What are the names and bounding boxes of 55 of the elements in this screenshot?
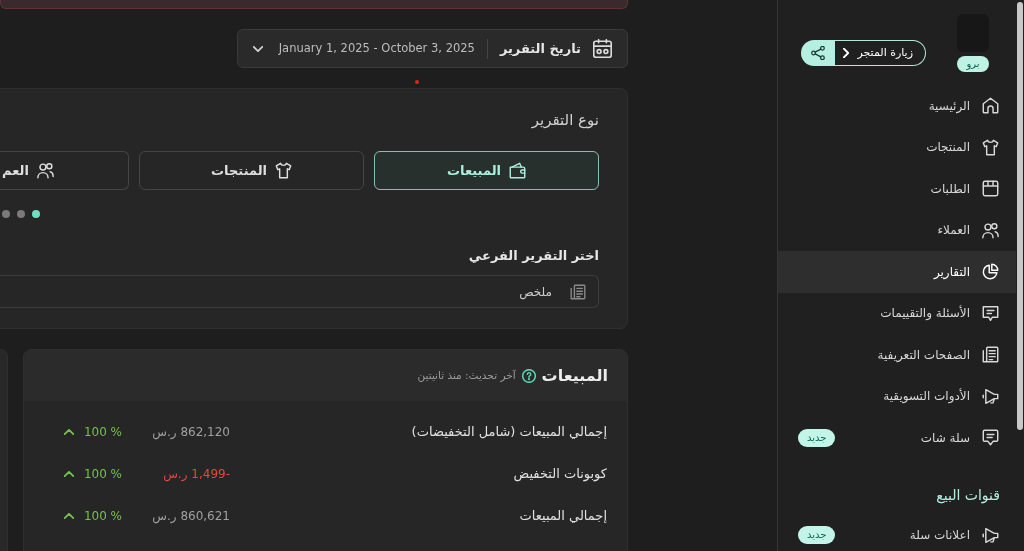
help-icon[interactable] (521, 368, 536, 383)
wallet-icon (509, 162, 526, 179)
shirt-icon (275, 162, 292, 179)
sub-report-select[interactable]: ملخص (0, 275, 599, 308)
pie-chart-icon (982, 263, 999, 281)
section-heading: قنوات البيع (936, 485, 1000, 506)
document-icon (982, 346, 999, 364)
scrollbar-thumb[interactable] (1017, 2, 1023, 430)
date-label: تاريخ التقرير (499, 39, 581, 58)
chat-icon (982, 429, 999, 447)
message-icon (982, 304, 999, 322)
new-badge: جديد (798, 428, 836, 447)
metric-amount: 860,621 ر.س (151, 508, 230, 525)
home-icon (982, 97, 999, 115)
change-percent: 100 % (83, 424, 122, 441)
document-icon (570, 283, 586, 300)
share-button[interactable] (801, 40, 836, 66)
last-updated: آخر تحديث: منذ ثانيتين (417, 367, 516, 384)
nav-item[interactable]: اعلانات سلة جديد (778, 514, 1016, 551)
metric-label: إجمالي المبيعات (518, 507, 607, 526)
chevron-icon (843, 48, 850, 58)
calendar-icon (593, 39, 612, 58)
metric-amount: 862,120 ر.س (151, 424, 230, 441)
report-type-tab[interactable]: العم (0, 151, 129, 190)
shirt-icon (982, 138, 999, 156)
nav-item[interactable]: التقارير (778, 251, 1016, 293)
report-type-tab[interactable]: المبيعات (374, 151, 599, 190)
nav-item[interactable]: العملاء (778, 209, 1016, 251)
new-badge: جديد (798, 526, 836, 545)
nav-item[interactable]: الرئيسية (778, 85, 1016, 127)
users-icon (982, 221, 999, 239)
change-percent: 100 % (83, 508, 122, 525)
share-icon (811, 46, 826, 60)
nav-item[interactable]: الصفحات التعريفية (778, 334, 1016, 376)
card-title: نوع التقرير (530, 110, 599, 131)
users-icon (36, 162, 54, 179)
box-icon (982, 180, 999, 198)
metric-amount: -1,499 ر.س (162, 466, 230, 483)
metric-label: إجمالي المبيعات (شامل التخفيضات) (410, 423, 607, 442)
report-type-tab[interactable]: المنتجات (139, 151, 364, 190)
chevron-down-icon (252, 45, 263, 52)
nav-item[interactable]: الأسئلة والتقييمات (778, 292, 1016, 334)
field-label: اختر التقرير الفرعي (467, 247, 599, 265)
selected-value: ملخص (519, 283, 552, 301)
date-range: January 1, 2025 - October 3, 2025 (278, 39, 475, 57)
nav-item[interactable]: الطلبات (778, 168, 1016, 210)
plan-badge: برو (957, 56, 989, 72)
change-percent: 100 % (83, 466, 122, 483)
metric-label: كوبونات التخفيض (512, 465, 607, 484)
nav-item[interactable]: الأدوات التسويقية (778, 375, 1016, 417)
megaphone-icon (982, 526, 999, 544)
megaphone-icon (982, 387, 999, 405)
nav-item[interactable]: المنتجات (778, 126, 1016, 168)
nav-item[interactable]: سلة شات جديد (778, 417, 1016, 459)
card-title: المبيعات (541, 364, 608, 387)
